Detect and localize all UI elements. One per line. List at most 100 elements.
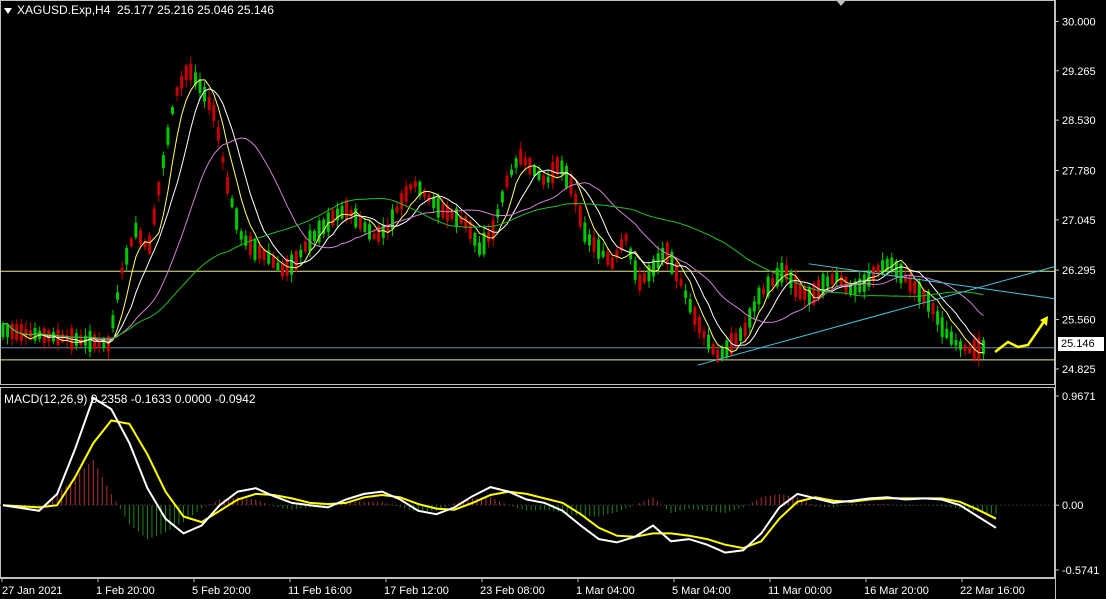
candle-body [578,205,582,227]
candle-body [88,330,92,352]
candle-body [175,87,179,96]
candle-body [152,208,156,225]
candle-body [235,208,239,230]
time-tick-label: 17 Feb 12:00 [384,585,449,597]
macd-panel-frame [0,387,1055,578]
candle-body [871,266,875,281]
candle-body [10,323,14,340]
symbol-label: XAGUSD.Exp,H4 [17,3,111,17]
candle-body [949,331,953,345]
candle-body [688,299,692,313]
candle-body [610,257,614,269]
candle-body [244,235,248,246]
candle-body [230,198,234,208]
candle-body [711,343,715,355]
candle-body [500,191,504,203]
candle-body [111,315,115,329]
price-tick-label: 29.265 [1062,66,1096,78]
candle-body [968,347,972,353]
candle-body [253,239,257,261]
candle-body [807,286,811,305]
price-tick-label: 30.000 [1062,16,1096,28]
candle-body [963,344,967,352]
time-tick-label: 1 Mar 04:00 [576,585,635,597]
price-tick-label: 25.560 [1062,315,1096,327]
candle-body [702,330,706,339]
candle-body [134,222,138,238]
candle-body [271,255,275,268]
time-tick-label: 22 Mar 16:00 [960,585,1025,597]
macd-header: MACD(12,26,9) 0.2358 -0.1633 0.0000 -0.0… [4,392,256,406]
macd-tick-label: -0.5741 [1062,565,1099,577]
candle-body [290,254,294,275]
candle-body [574,193,578,206]
candle-body [794,275,798,297]
candle-body [400,193,404,209]
candle-body [258,245,262,259]
candle-body [592,237,596,252]
candle-body [432,197,436,209]
candle-body [363,222,367,232]
macd-tick-label: 0.00 [1062,500,1083,512]
time-tick-label: 23 Feb 08:00 [480,585,545,597]
candle-body [404,186,408,202]
candle-body [225,176,229,194]
price-chart: 30.000 29.265 28.530 27.780 27.045 26.295 25.5… [0,0,1099,599]
candle-body [839,275,843,285]
candle-body [340,205,344,219]
candle-body [542,175,546,185]
candle-body [345,199,349,221]
candle-body [157,182,161,196]
candle-body [395,206,399,213]
candle-body [922,290,926,304]
candle-body [954,339,958,346]
candle-body [936,311,940,325]
candle-body [743,322,747,337]
time-tick-label: 27 Jan 2021 [2,585,63,597]
candle-body [239,231,243,240]
candle-body [752,301,756,312]
macd-values: 0.2358 -0.1633 0.0000 -0.0942 [90,392,256,406]
candle-body [409,184,413,190]
candle-body [532,165,536,176]
candle-body [523,157,527,166]
candle-body [514,158,518,168]
candle-body [413,181,417,188]
candle-body [519,148,523,165]
candle-body [276,262,280,271]
candle-body [780,262,784,283]
current-price-label: 25.146 [1058,337,1104,351]
candle-body [184,65,188,81]
candle-body [248,235,252,255]
candle-body [212,104,216,122]
candle-body [642,272,646,283]
candle-body [120,267,124,274]
candle-body [148,235,152,254]
candle-body [913,281,917,294]
candle-body [748,308,752,328]
candle-body [551,161,555,184]
price-tick-label: 26.295 [1062,265,1096,277]
candle-body [798,283,802,300]
candle-body [161,155,165,169]
candle-body [166,127,170,145]
candle-body [303,241,307,252]
candle-body [734,333,738,346]
candle-body [79,335,83,346]
candle-body [679,279,683,287]
candle-body [546,176,550,183]
candle-body [313,231,317,242]
time-tick-label: 5 Mar 04:00 [672,585,731,597]
chart-window: 30.000 29.265 28.530 27.780 27.045 26.295 25.5… [0,0,1106,599]
candle-body [633,260,637,280]
candle-body [216,127,220,141]
candle-body [697,316,701,334]
candle-body [6,324,10,338]
time-tick-label: 11 Feb 16:00 [288,585,352,597]
dropdown-triangle-icon[interactable] [4,7,12,14]
candle-body [638,274,642,291]
scroll-marker-icon[interactable] [836,0,846,6]
candle-body [125,248,129,265]
projection-arrow [994,319,1047,353]
candle-body [931,303,935,315]
